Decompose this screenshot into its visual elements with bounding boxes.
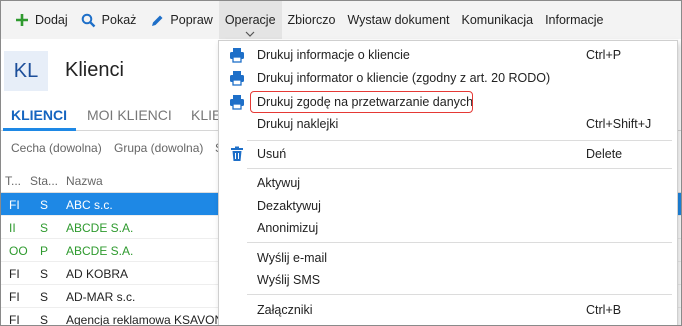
menu-item-send-email[interactable]: Wyślij e-mail [219,247,677,269]
cell-type: II [9,221,16,235]
menu-wystaw-dokument[interactable]: Wystaw dokument [341,1,455,39]
cell-name: ABCDE S.A. [66,221,134,235]
page-title: Klienci [65,59,124,81]
module-badge: KL [4,51,48,91]
menu-item-label: Drukuj informator o kliencie (zgodny z a… [257,71,551,85]
pencil-icon [148,11,166,29]
menu-separator [247,242,672,243]
show-button-label: Pokaż [101,13,137,27]
cell-status: P [40,244,49,258]
cell-status: S [40,221,49,235]
menu-item-deactivate[interactable]: Dezaktywuj [219,195,677,217]
cell-type: FI [9,267,20,281]
menu-informacje-label: Informacje [545,13,604,27]
cell-name: AD KOBRA [66,267,129,281]
menu-zbiorczo[interactable]: Zbiorczo [282,1,342,39]
menu-operacje[interactable]: Operacje [218,1,282,39]
cell-status: S [40,198,49,212]
cell-name: ABC s.c. [66,198,113,212]
cell-status: S [40,290,49,304]
operacje-dropdown-menu: Drukuj informacje o kliencie Ctrl+P Druk… [218,40,678,325]
menu-komunikacja[interactable]: Komunikacja [456,1,540,39]
menu-item-print-rodo-informator[interactable]: Drukuj informator o kliencie (zgodny z a… [219,67,677,89]
menu-item-label: Załączniki [257,303,313,317]
menu-item-shortcut: Ctrl+Shift+J [586,117,652,131]
menu-item-label: Anonimizuj [257,221,319,235]
selected-row-edge [678,194,681,214]
column-header-type[interactable]: T... [5,174,21,188]
menu-item-label: Drukuj informacje o kliencie [257,48,410,62]
tab-klienci-other[interactable]: KLIE [191,107,221,123]
cell-type: FI [9,290,20,304]
edit-button-label: Popraw [170,13,213,27]
menu-item-label: Wyślij e-mail [257,251,328,265]
cell-name: Agencja reklamowa KSAVON [66,313,224,326]
menu-item-shortcut: Ctrl+P [586,48,622,62]
plus-icon [13,11,31,29]
menu-operacje-label: Operacje [224,13,276,27]
active-tab-indicator [3,128,76,131]
printer-icon [229,94,245,110]
menu-item-delete[interactable]: Usuń Delete [219,143,677,165]
add-button[interactable]: Dodaj [7,1,74,39]
app-window: Dodaj Pokaż Popraw Operacje Zbiorczo Wys… [0,0,682,326]
cell-status: S [40,313,49,326]
trash-icon [229,146,245,162]
chevron-down-icon [245,31,255,37]
cell-type: OO [9,244,28,258]
menu-informacje[interactable]: Informacje [539,1,609,39]
printer-icon [229,47,245,63]
column-header-status[interactable]: Sta... [30,174,58,188]
menu-item-label: Usuń [257,147,287,161]
cell-type: FI [9,313,20,326]
filter-cecha[interactable]: Cecha (dowolna) [11,141,102,155]
edit-button[interactable]: Popraw [142,1,218,39]
menu-item-shortcut: Delete [586,147,623,161]
cell-status: S [40,267,49,281]
menu-item-shortcut: Ctrl+B [586,303,622,317]
cell-name: ABCDE S.A. [66,244,134,258]
filter-grupa[interactable]: Grupa (dowolna) [114,141,203,155]
menu-zbiorczo-label: Zbiorczo [287,13,336,27]
menu-separator [247,294,672,295]
menu-item-anonymize[interactable]: Anonimizuj [219,217,677,239]
cell-name: AD-MAR s.c. [66,290,136,304]
tab-moi-klienci[interactable]: MOI KLIENCI [87,107,172,123]
printer-icon [229,70,245,86]
column-header-name[interactable]: Nazwa [66,174,103,188]
menu-item-print-client-info[interactable]: Drukuj informacje o kliencie Ctrl+P [219,44,677,66]
menu-item-activate[interactable]: Aktywuj [219,172,677,194]
cell-type: FI [9,198,20,212]
menu-item-label: Wyślij SMS [257,273,321,287]
menu-komunikacja-label: Komunikacja [461,13,534,27]
menu-bar: Dodaj Pokaż Popraw Operacje Zbiorczo Wys… [1,1,681,39]
tab-klienci[interactable]: KLIENCI [11,107,67,123]
menu-item-label: Drukuj naklejki [257,117,339,131]
menu-separator [247,168,672,169]
add-button-label: Dodaj [35,13,68,27]
menu-item-label: Aktywuj [257,176,301,190]
show-button[interactable]: Pokaż [74,1,143,39]
menu-wystaw-dokument-label: Wystaw dokument [347,13,450,27]
search-icon [80,11,98,29]
menu-item-label: Dezaktywuj [257,199,321,213]
menu-item-send-sms[interactable]: Wyślij SMS [219,269,677,291]
menu-item-attachments[interactable]: Załączniki Ctrl+B [219,299,677,321]
menu-separator [247,140,672,141]
highlight-frame [250,91,473,113]
menu-item-print-labels[interactable]: Drukuj naklejki Ctrl+Shift+J [219,113,677,135]
